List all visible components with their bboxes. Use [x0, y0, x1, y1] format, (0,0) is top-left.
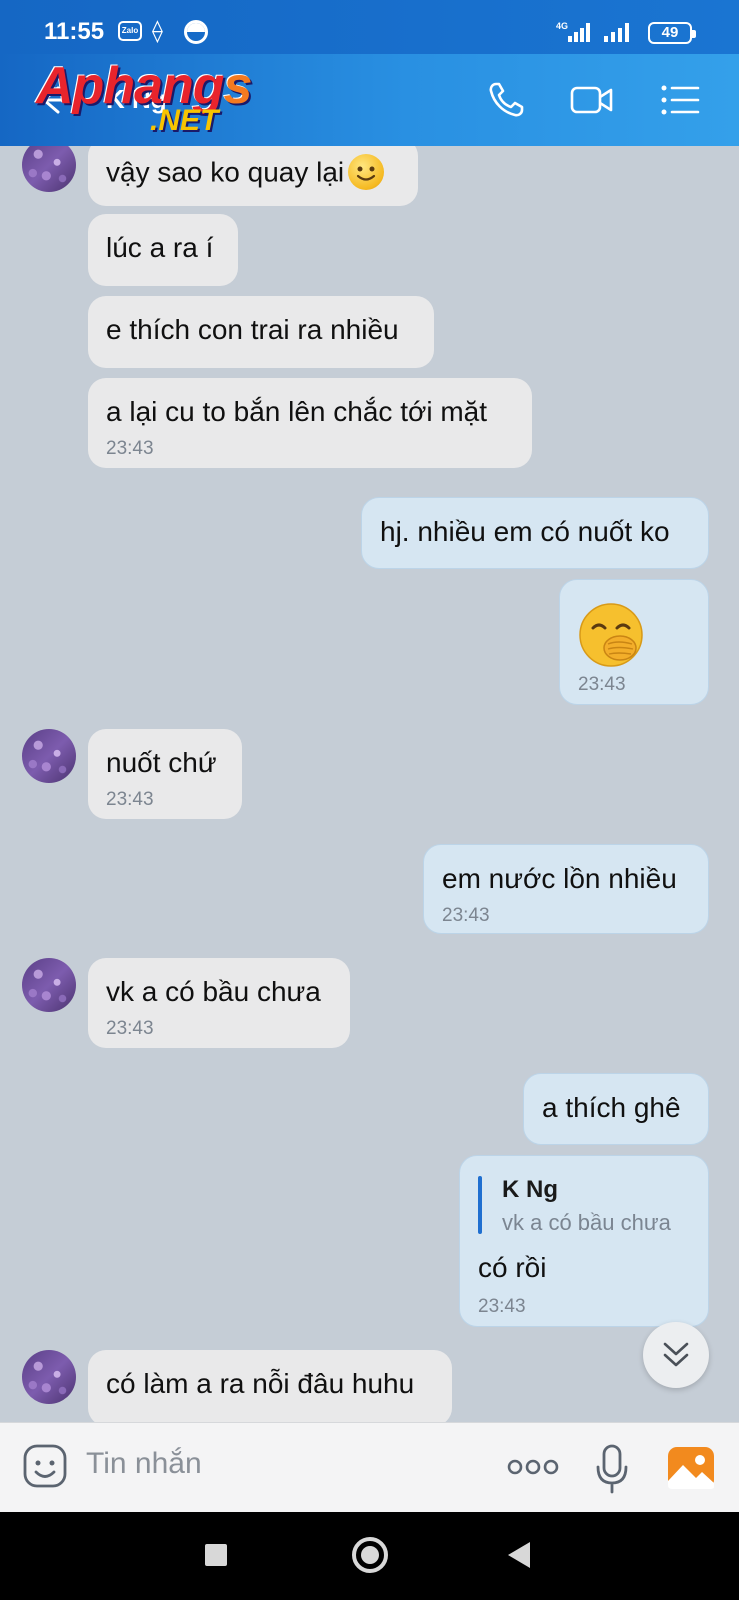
contact-avatar[interactable]	[22, 146, 76, 192]
back-button[interactable]	[508, 1542, 530, 1568]
slightly-smiling-face-icon	[348, 154, 385, 190]
scroll-to-bottom-button[interactable]	[643, 1322, 709, 1388]
message-text: a lại cu to bắn lên chắc tới mặt	[106, 396, 488, 427]
phone-call-icon[interactable]	[484, 78, 532, 122]
message-text: em nước lồn nhiều	[442, 863, 677, 894]
message-text: có rồi	[478, 1252, 547, 1283]
incoming-message[interactable]: vk a có bầu chưa 23:43	[88, 958, 350, 1048]
recents-button[interactable]	[205, 1544, 227, 1566]
message-time: 23:43	[106, 789, 154, 810]
message-time: 23:43	[478, 1296, 526, 1317]
menu-list-icon[interactable]	[656, 78, 704, 122]
status-time: 11:55	[44, 18, 105, 45]
battery-icon: 49	[648, 22, 696, 44]
signal-4g-icon: 4G	[556, 21, 590, 42]
reply-quote-text: vk a có bầu chưa	[502, 1210, 671, 1235]
signal-icon	[604, 23, 629, 42]
message-text: có làm a ra nỗi đâu huhu	[106, 1368, 415, 1399]
incoming-message[interactable]: có làm a ra nỗi đâu huhu	[88, 1350, 452, 1422]
message-text: a thích ghê	[542, 1092, 681, 1123]
message-time: 23:43	[106, 438, 154, 459]
incoming-message[interactable]: lúc a ra í	[88, 214, 238, 286]
message-time: 23:43	[106, 1018, 154, 1039]
reply-quote-name: K Ng	[502, 1176, 558, 1203]
status-bar: 11:55 Zalo ⟠ 4G 49	[0, 0, 739, 60]
message-input[interactable]: Tin nhắn	[86, 1447, 202, 1481]
zalo-notification-icon: Zalo	[118, 21, 142, 41]
message-text: hj. nhiều em có nuốt ko	[380, 516, 670, 547]
system-nav-bar	[0, 1512, 739, 1600]
message-list[interactable]: vậy sao ko quay lại lúc a ra í e thích c…	[0, 146, 739, 1422]
chevron-double-down-icon	[663, 1342, 689, 1367]
incoming-message[interactable]: nuốt chứ 23:43	[88, 729, 242, 819]
outgoing-message[interactable]: hj. nhiều em có nuốt ko	[361, 497, 709, 569]
outgoing-reply-message[interactable]: K Ng vk a có bầu chưa có rồi 23:43	[459, 1155, 709, 1327]
outgoing-message[interactable]: 23:43	[559, 579, 709, 705]
network-type-label: 4G	[556, 21, 568, 31]
incoming-message[interactable]: a lại cu to bắn lên chắc tới mặt 23:43	[88, 378, 532, 468]
chat-header: K Ng Aphangs .NET	[0, 54, 739, 146]
contact-avatar[interactable]	[22, 1350, 76, 1404]
message-text: vậy sao ko quay lại	[106, 154, 385, 192]
contact-avatar[interactable]	[22, 729, 76, 783]
reply-quote-bar	[478, 1176, 482, 1234]
video-call-icon[interactable]	[568, 78, 616, 122]
incoming-message[interactable]: e thích con trai ra nhiều	[88, 296, 434, 368]
message-text: lúc a ra í	[106, 232, 214, 263]
contact-name[interactable]: K Ng	[106, 84, 167, 115]
message-time: 23:43	[442, 905, 490, 926]
home-button[interactable]	[352, 1537, 388, 1573]
microphone-icon[interactable]	[594, 1443, 630, 1495]
sticker-icon[interactable]	[22, 1443, 70, 1491]
diamond-notification-icon: ⟠	[152, 18, 163, 43]
incoming-message[interactable]: vậy sao ko quay lại	[88, 146, 418, 206]
outgoing-message[interactable]: em nước lồn nhiều 23:43	[423, 844, 709, 934]
message-input-bar: Tin nhắn	[0, 1422, 739, 1512]
more-options-icon[interactable]	[506, 1457, 560, 1477]
image-gallery-icon[interactable]	[666, 1443, 716, 1493]
circle-notification-icon	[184, 20, 208, 44]
message-text: vk a có bầu chưa	[106, 976, 321, 1007]
message-time: 23:43	[578, 674, 626, 695]
face-with-hand-over-mouth-icon	[579, 603, 643, 667]
back-arrow-icon[interactable]	[34, 80, 74, 120]
contact-avatar[interactable]	[22, 958, 76, 1012]
message-text: nuốt chứ	[106, 747, 217, 778]
message-text: e thích con trai ra nhiều	[106, 314, 399, 345]
outgoing-message[interactable]: a thích ghê	[523, 1073, 709, 1145]
